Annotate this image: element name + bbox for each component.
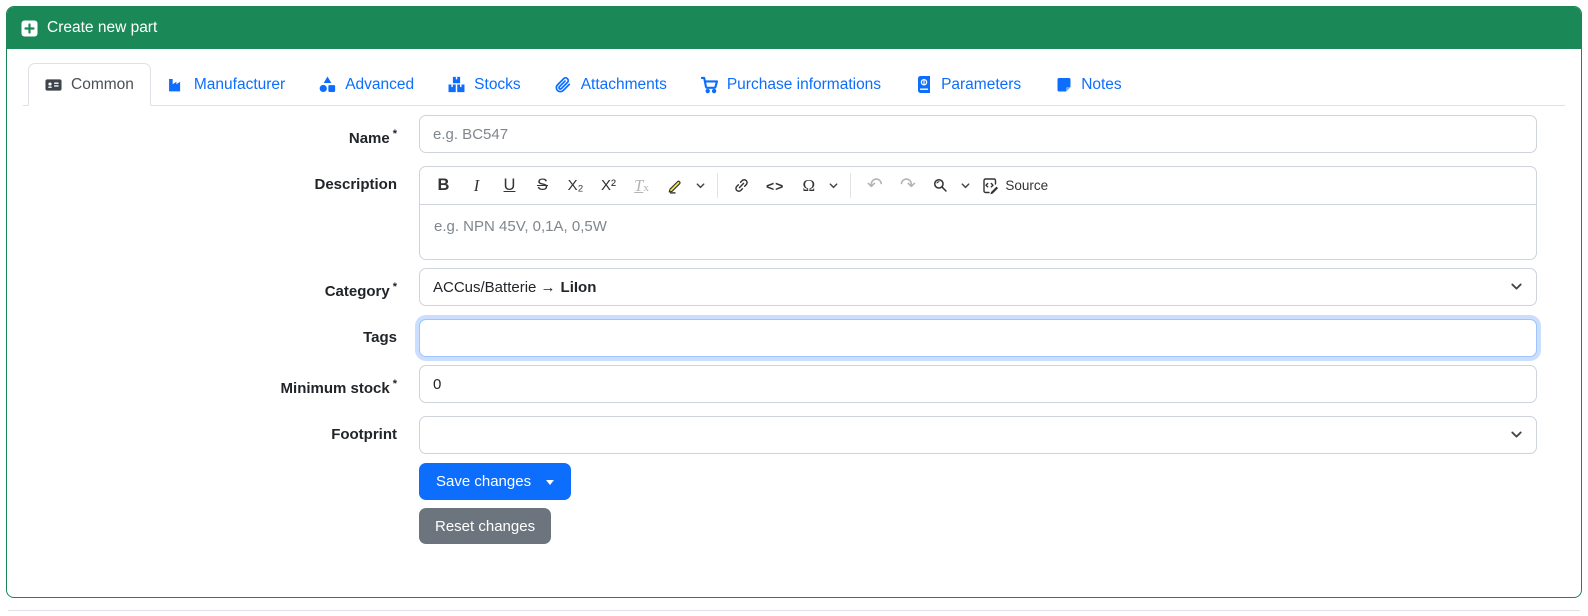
cart-icon (700, 76, 718, 93)
factory-icon (168, 76, 185, 93)
page: Create new part Common Manufacturer Adva… (0, 0, 1588, 616)
bold-button[interactable]: B (429, 171, 458, 201)
id-card-icon (45, 76, 62, 93)
superscript-button[interactable]: X² (594, 171, 623, 201)
required-marker: * (392, 128, 397, 140)
minimum-stock-row: Minimum stock * (23, 365, 1537, 408)
save-row: Save changes (23, 463, 1537, 500)
highlight-icon (666, 177, 684, 195)
find-replace-button[interactable] (926, 171, 955, 201)
description-label: Description (314, 176, 397, 193)
redo-button[interactable]: ↷ (893, 171, 922, 201)
category-row: Category * ACCus/Batterie → LiIon (23, 268, 1537, 311)
tab-label: Advanced (345, 75, 415, 93)
footprint-select[interactable] (419, 416, 1537, 454)
page-title: Create new part (47, 19, 158, 36)
special-characters-dropdown-caret[interactable] (825, 171, 841, 201)
special-characters-button[interactable]: Ω (794, 171, 823, 201)
tags-label: Tags (363, 329, 397, 346)
minimum-stock-label: Minimum stock * (280, 378, 397, 397)
plus-square-icon (21, 20, 38, 37)
description-row: Description B I U S X₂ X² Tx <> Ω ↶ ↷ So… (23, 166, 1537, 260)
required-marker: * (392, 281, 397, 293)
name-row: Name * (23, 115, 1537, 158)
toolbar-separator (717, 173, 718, 198)
chevron-down-icon (695, 180, 706, 191)
tab-label: Attachments (580, 75, 667, 93)
description-input[interactable]: e.g. NPN 45V, 0,1A, 0,5W (420, 205, 1536, 259)
chevron-down-icon (1509, 279, 1524, 294)
link-icon (733, 177, 750, 194)
boxes-icon (448, 76, 465, 93)
tab-bar: Common Manufacturer Advanced Stocks Atta… (23, 63, 1565, 106)
footprint-label: Footprint (331, 426, 397, 443)
category-value-path: ACCus/Batterie → (433, 278, 556, 296)
toolbar-separator (850, 173, 852, 198)
italic-button[interactable]: I (462, 171, 491, 201)
tab-label: Stocks (474, 75, 521, 93)
shapes-icon (319, 76, 336, 93)
remove-format-button[interactable]: Tx (627, 171, 656, 201)
tab-purchase-informations[interactable]: Purchase informations (684, 63, 898, 106)
tags-row: Tags (23, 319, 1537, 357)
category-select[interactable]: ACCus/Batterie → LiIon (419, 268, 1537, 306)
save-button[interactable]: Save changes (419, 463, 572, 500)
tags-input[interactable] (419, 319, 1537, 357)
note-icon (1055, 76, 1072, 93)
tab-manufacturer[interactable]: Manufacturer (151, 63, 302, 106)
paperclip-icon (555, 76, 572, 93)
category-label: Category * (324, 281, 397, 300)
highlight-dropdown-caret[interactable] (692, 171, 708, 201)
tab-advanced[interactable]: Advanced (302, 63, 431, 106)
reset-row: Reset changes (23, 508, 1537, 544)
highlight-button[interactable] (660, 171, 690, 201)
undo-button[interactable]: ↶ (860, 171, 889, 201)
editor-toolbar: B I U S X₂ X² Tx <> Ω ↶ ↷ Source (420, 167, 1536, 205)
save-dropdown-caret-icon (546, 480, 555, 485)
source-button[interactable]: Source (975, 171, 1054, 201)
card-header: Create new part (7, 7, 1581, 49)
footprint-row: Footprint (23, 416, 1537, 454)
tab-label: Common (71, 75, 134, 93)
tab-common[interactable]: Common (28, 63, 151, 106)
page-divider (8, 610, 1580, 613)
chevron-down-icon (828, 180, 839, 191)
chevron-down-icon (1509, 427, 1524, 442)
source-label: Source (1005, 178, 1049, 193)
name-label: Name * (348, 128, 397, 147)
link-button[interactable] (727, 171, 756, 201)
reset-button[interactable]: Reset changes (419, 508, 552, 544)
find-replace-dropdown-caret[interactable] (957, 171, 973, 201)
category-value-leaf: LiIon (560, 278, 597, 296)
tab-label: Notes (1081, 75, 1122, 93)
tab-label: Purchase informations (726, 75, 882, 93)
tab-label: Parameters (941, 75, 1022, 93)
tab-attachments[interactable]: Attachments (538, 63, 684, 106)
tab-stocks[interactable]: Stocks (431, 63, 538, 106)
description-editor: B I U S X₂ X² Tx <> Ω ↶ ↷ Source e.g. NP… (419, 166, 1537, 260)
reset-button-label: Reset changes (435, 517, 536, 535)
name-input[interactable] (419, 115, 1537, 153)
card-body: Common Manufacturer Advanced Stocks Atta… (7, 49, 1581, 568)
save-button-label: Save changes (436, 473, 532, 490)
tab-parameters[interactable]: Parameters (898, 63, 1038, 106)
underline-button[interactable]: U (495, 171, 524, 201)
required-marker: * (392, 378, 397, 390)
source-icon (981, 177, 999, 195)
create-part-card: Create new part Common Manufacturer Adva… (6, 6, 1582, 598)
part-form: Name* Description B I U S (23, 115, 1565, 544)
tab-label: Manufacturer (193, 75, 286, 93)
subscript-button[interactable]: X₂ (561, 171, 590, 201)
chevron-down-icon (960, 180, 971, 191)
strikethrough-button[interactable]: S (528, 171, 557, 201)
find-replace-icon (932, 177, 949, 194)
tab-notes[interactable]: Notes (1038, 63, 1139, 106)
code-button[interactable]: <> (760, 171, 790, 201)
minimum-stock-input[interactable] (419, 365, 1537, 403)
book-icon (915, 76, 932, 93)
